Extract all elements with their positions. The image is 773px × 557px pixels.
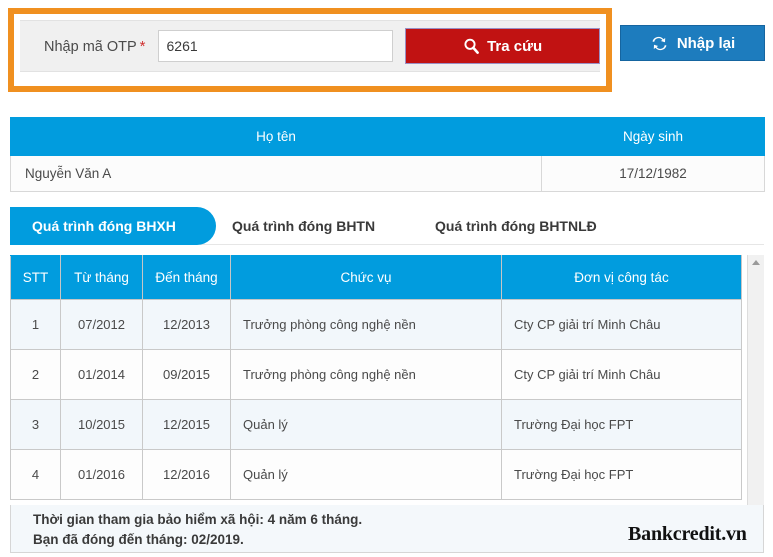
cell-from: 10/2015 — [60, 399, 143, 450]
contribution-grid: STT Từ tháng Đến tháng Chức vụ Đơn vị cô… — [10, 255, 742, 500]
grid-header-org: Đơn vị công tác — [501, 255, 742, 300]
grid-header-from: Từ tháng — [60, 255, 143, 300]
grid-header-stt: STT — [10, 255, 61, 300]
person-birth-date: 17/12/1982 — [541, 155, 765, 192]
cell-to: 12/2016 — [142, 449, 231, 500]
table-row[interactable]: 1 07/2012 12/2013 Trưởng phòng công nghệ… — [10, 299, 742, 350]
grid-header-row: STT Từ tháng Đến tháng Chức vụ Đơn vị cô… — [10, 255, 742, 300]
grid-body: 1 07/2012 12/2013 Trưởng phòng công nghệ… — [10, 299, 742, 500]
otp-bar: Nhập mã OTP* Tra cứu — [20, 20, 600, 72]
tab-bar: Quá trình đóng BHXH Quá trình đóng BHTN … — [10, 207, 764, 245]
cell-to: 12/2013 — [142, 299, 231, 350]
tab-bhtnld[interactable]: Quá trình đóng BHTNLĐ — [435, 207, 597, 245]
reset-button[interactable]: Nhập lại — [620, 25, 765, 61]
person-header-name: Họ tên — [10, 117, 542, 156]
vertical-scrollbar[interactable] — [747, 255, 764, 505]
cell-from: 01/2016 — [60, 449, 143, 500]
magnifier-icon — [463, 38, 480, 55]
grid-header-position: Chức vụ — [230, 255, 502, 300]
person-header-row: Họ tên Ngày sinh — [10, 117, 765, 156]
cell-position: Trưởng phòng công nghệ nền — [230, 299, 502, 350]
tab-bhxh[interactable]: Quá trình đóng BHXH — [10, 207, 216, 245]
person-full-name: Nguyễn Văn A — [10, 155, 542, 192]
cell-org: Cty CP giải trí Minh Châu — [501, 299, 742, 350]
cell-stt: 4 — [10, 449, 61, 500]
otp-required-marker: * — [139, 37, 146, 55]
person-header-birth: Ngày sinh — [541, 117, 765, 156]
cell-position: Trưởng phòng công nghệ nền — [230, 349, 502, 400]
tab-bhtn-label: Quá trình đóng BHTN — [232, 218, 376, 234]
cell-to: 09/2015 — [142, 349, 231, 400]
table-row[interactable]: 2 01/2014 09/2015 Trưởng phòng công nghệ… — [10, 349, 742, 400]
cell-stt: 1 — [10, 299, 61, 350]
person-info-table: Họ tên Ngày sinh Nguyễn Văn A 17/12/1982 — [10, 117, 765, 192]
cell-org: Trường Đại học FPT — [501, 399, 742, 450]
cell-position: Quản lý — [230, 399, 502, 450]
page-root: Nhập mã OTP* Tra cứu Nhập lại — [0, 0, 773, 557]
tab-bhxh-label: Quá trình đóng BHXH — [32, 218, 176, 234]
cell-position: Quản lý — [230, 449, 502, 500]
contribution-grid-wrapper: STT Từ tháng Đến tháng Chức vụ Đơn vị cô… — [10, 255, 764, 505]
cell-org: Trường Đại học FPT — [501, 449, 742, 500]
tab-bhtn[interactable]: Quá trình đóng BHTN — [232, 207, 375, 245]
reset-button-label: Nhập lại — [676, 34, 736, 52]
otp-label: Nhập mã OTP * — [44, 38, 146, 55]
otp-input[interactable] — [157, 30, 394, 62]
table-row[interactable]: 4 01/2016 12/2016 Quản lý Trường Đại học… — [10, 449, 742, 500]
person-data-row: Nguyễn Văn A 17/12/1982 — [10, 155, 765, 192]
watermark: Bankcredit.vn — [628, 523, 747, 545]
otp-highlight-box: Nhập mã OTP* Tra cứu — [8, 8, 612, 92]
cell-org: Cty CP giải trí Minh Châu — [501, 349, 742, 400]
cell-stt: 2 — [10, 349, 61, 400]
scroll-up-arrow-icon[interactable] — [752, 260, 760, 265]
grid-header-to: Đến tháng — [142, 255, 231, 300]
search-button-label: Tra cứu — [487, 37, 543, 55]
cell-to: 12/2015 — [142, 399, 231, 450]
search-button[interactable]: Tra cứu — [405, 28, 600, 64]
otp-label-text: Nhập mã OTP — [44, 38, 137, 55]
cell-from: 07/2012 — [60, 299, 143, 350]
cell-stt: 3 — [10, 399, 61, 450]
tab-bhtnld-label: Quá trình đóng BHTNLĐ — [435, 218, 597, 234]
cell-from: 01/2014 — [60, 349, 143, 400]
refresh-icon — [650, 35, 669, 52]
table-row[interactable]: 3 10/2015 12/2015 Quản lý Trường Đại học… — [10, 399, 742, 450]
